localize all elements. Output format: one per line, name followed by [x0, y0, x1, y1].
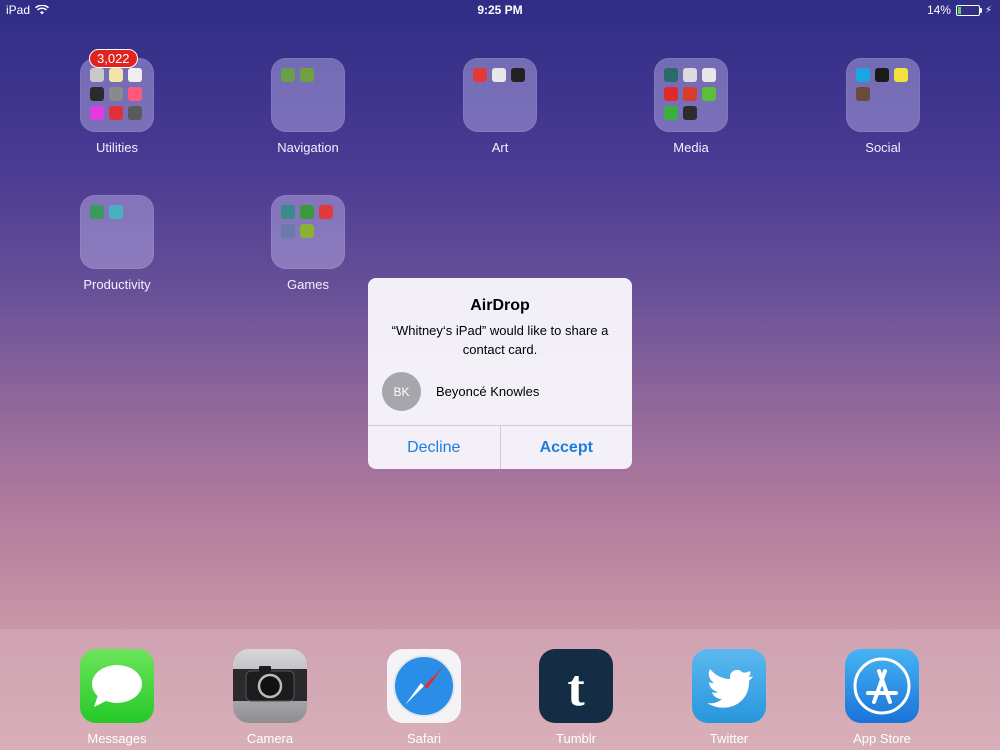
dock: Messages Camera Safari t Tumblr Twitter …	[0, 629, 1000, 750]
folder-tile[interactable]	[463, 58, 537, 132]
folder-label: Productivity	[83, 277, 151, 292]
app-name: Camera	[246, 731, 294, 746]
battery-percent: 14%	[926, 3, 951, 17]
folder-label: Utilities	[96, 140, 138, 155]
folder-app-icons	[281, 68, 333, 82]
folder-label: Navigation	[277, 140, 339, 155]
folder-app-icons	[90, 68, 142, 120]
mini-app-icon	[664, 87, 678, 101]
mini-app-icon	[664, 106, 678, 120]
avatar: BK	[382, 372, 421, 411]
app-name: Safari	[407, 731, 441, 746]
folder-tile[interactable]	[846, 58, 920, 132]
app-name: Twitter	[709, 731, 749, 746]
contact-card: BK Beyoncé Knowles	[382, 372, 539, 411]
mini-app-icon	[664, 68, 678, 82]
mini-app-icon	[683, 87, 697, 101]
app-name: Tumblr	[556, 731, 596, 746]
mini-app-icon	[702, 87, 716, 101]
dock-app-app-store[interactable]: App Store	[832, 649, 932, 746]
decline-button[interactable]: Decline	[368, 426, 501, 469]
notification-badge: 3,022	[89, 49, 138, 68]
mini-app-icon	[492, 68, 506, 82]
mini-app-icon	[894, 68, 908, 82]
mini-app-icon	[128, 106, 142, 120]
alert-message: “Whitney‘s iPad” would like to share a c…	[391, 323, 609, 357]
twitter-icon[interactable]	[692, 649, 766, 723]
app-name: Messages	[87, 731, 147, 746]
dock-app-twitter[interactable]: Twitter	[679, 649, 779, 746]
dock-app-safari[interactable]: Safari	[374, 649, 474, 746]
mini-app-icon	[300, 205, 314, 219]
accept-button[interactable]: Accept	[501, 426, 633, 469]
airdrop-alert: AirDrop “Whitney‘s iPad” would like to s…	[368, 278, 632, 469]
folder-app-icons	[90, 205, 142, 219]
folder-media[interactable]: Media	[631, 58, 751, 155]
folder-tile[interactable]	[271, 195, 345, 269]
folder-navigation[interactable]: Navigation	[248, 58, 368, 155]
safari-icon[interactable]	[387, 649, 461, 723]
mini-app-icon	[300, 224, 314, 238]
mini-app-icon	[109, 106, 123, 120]
folder-tile[interactable]	[271, 58, 345, 132]
svg-text:t: t	[567, 660, 585, 717]
mini-app-icon	[128, 87, 142, 101]
mini-app-icon	[109, 205, 123, 219]
mini-app-icon	[128, 68, 142, 82]
folder-utilities[interactable]: 3,022 Utilities	[57, 49, 177, 155]
folder-app-icons	[281, 205, 333, 238]
app-store-icon[interactable]	[845, 649, 919, 723]
folder-tile[interactable]	[80, 58, 154, 132]
mini-app-icon	[683, 68, 697, 82]
mini-app-icon	[319, 205, 333, 219]
mini-app-icon	[683, 106, 697, 120]
camera-icon[interactable]	[233, 649, 307, 723]
app-name: App Store	[853, 731, 911, 746]
mini-app-icon	[90, 68, 104, 82]
folder-art[interactable]: Art	[440, 58, 560, 155]
folder-label: Games	[287, 277, 329, 292]
mini-app-icon	[109, 68, 123, 82]
folder-tile[interactable]	[654, 58, 728, 132]
mini-app-icon	[281, 205, 295, 219]
folder-productivity[interactable]: Productivity	[57, 195, 177, 292]
folder-label: Social	[865, 140, 901, 155]
dock-app-camera[interactable]: Camera	[220, 649, 320, 746]
dock-app-tumblr[interactable]: t Tumblr	[526, 649, 626, 746]
status-time: 9:25 PM	[477, 3, 523, 17]
mini-app-icon	[281, 68, 295, 82]
mini-app-icon	[300, 68, 314, 82]
mini-app-icon	[856, 87, 870, 101]
mini-app-icon	[702, 68, 716, 82]
folder-social[interactable]: Social	[823, 58, 943, 155]
mini-app-icon	[473, 68, 487, 82]
battery-icon	[955, 4, 982, 16]
mini-app-icon	[856, 68, 870, 82]
tumblr-icon[interactable]: t	[539, 649, 613, 723]
mini-app-icon	[511, 68, 525, 82]
dock-app-messages[interactable]: Messages	[67, 649, 167, 746]
folder-tile[interactable]	[80, 195, 154, 269]
mini-app-icon	[109, 87, 123, 101]
mini-app-icon	[90, 106, 104, 120]
folder-label: Art	[491, 140, 509, 155]
folder-app-icons	[664, 68, 716, 120]
alert-buttons: Decline Accept	[368, 425, 632, 469]
folder-games[interactable]: Games	[248, 195, 368, 292]
folder-app-icons	[856, 68, 908, 101]
charging-icon: ⚡	[984, 4, 992, 16]
folder-label: Media	[673, 140, 709, 155]
messages-icon[interactable]	[80, 649, 154, 723]
folder-app-icons	[473, 68, 525, 82]
alert-title: AirDrop	[470, 297, 530, 314]
mini-app-icon	[281, 224, 295, 238]
status-right: 14% ⚡	[927, 3, 992, 17]
mini-app-icon	[90, 87, 104, 101]
contact-name: Beyoncé Knowles	[436, 384, 540, 399]
mini-app-icon	[90, 205, 104, 219]
mini-app-icon	[875, 68, 889, 82]
status-bar: iPad 9:25 PM 14% ⚡	[0, 0, 1000, 20]
